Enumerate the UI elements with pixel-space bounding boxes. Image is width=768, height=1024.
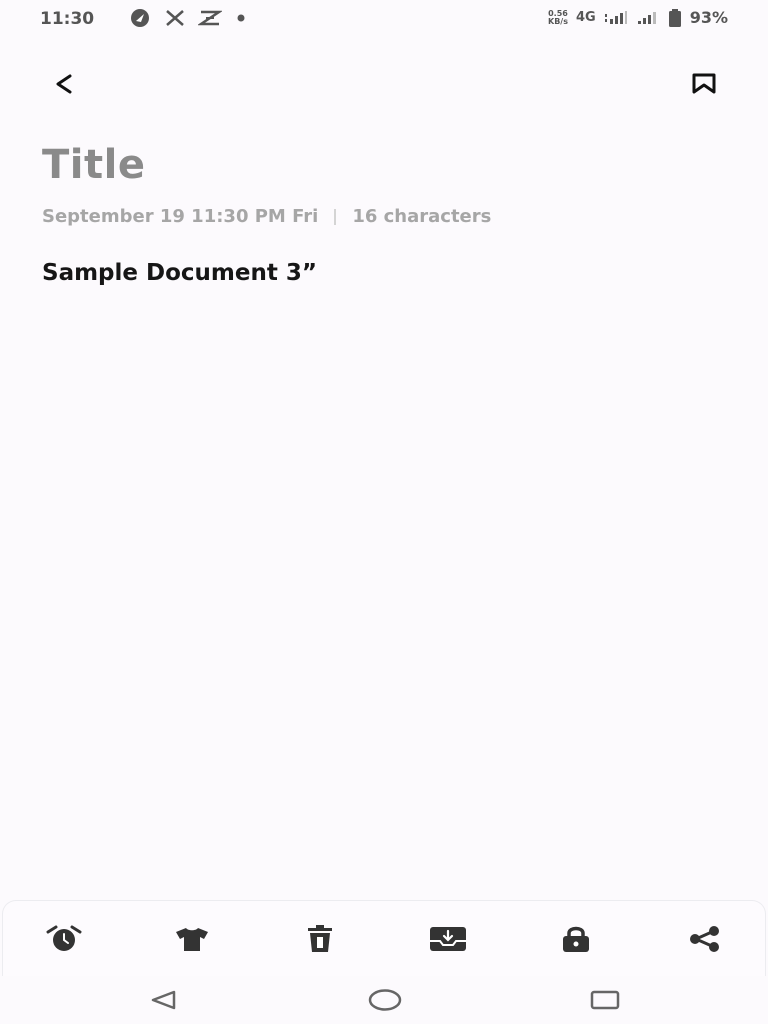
nav-home-button[interactable] <box>365 986 405 1014</box>
nav-recents-button[interactable] <box>585 986 625 1014</box>
share-button[interactable] <box>682 921 726 957</box>
meta-divider <box>334 208 337 225</box>
shirt-icon <box>176 928 208 951</box>
signal-icon <box>637 11 656 24</box>
delete-button[interactable] <box>298 921 342 957</box>
bookmark-icon <box>692 73 716 94</box>
archive-button[interactable] <box>426 921 470 957</box>
alarm-icon <box>46 925 82 951</box>
net-speed-unit: KB/s <box>548 16 568 26</box>
x-icon <box>166 10 184 26</box>
note-char-count: 16 characters <box>352 206 492 227</box>
status-time: 11:30 <box>40 9 95 29</box>
note-title[interactable]: Title <box>42 142 145 188</box>
battery-percent: 93% <box>689 8 728 27</box>
theme-button[interactable] <box>170 921 214 957</box>
net-speed: 0.56 KB/s <box>548 9 568 26</box>
status-right: 0.56 KB/s 4G 93% <box>548 8 728 27</box>
bottom-toolbar <box>2 900 766 976</box>
status-bar: 11:30 0.56 KB/s 4G 93% <box>0 0 768 38</box>
note-body[interactable]: Sample Document 3” <box>42 260 317 286</box>
trash-icon <box>308 925 332 952</box>
status-left-icons <box>128 8 248 28</box>
back-button[interactable] <box>44 64 84 104</box>
note-meta: September 19 11:30 PM Fri 16 characters <box>42 206 491 227</box>
home-circle-icon <box>368 989 402 1011</box>
reminder-button[interactable] <box>42 921 86 957</box>
archive-icon <box>430 927 466 951</box>
bookmark-button[interactable] <box>684 64 724 104</box>
capcut-icon <box>198 10 222 26</box>
nav-back-button[interactable] <box>143 986 183 1014</box>
chevron-left-icon <box>56 74 72 94</box>
share-icon <box>690 926 719 952</box>
battery-icon <box>668 8 681 27</box>
lock-icon <box>563 926 589 952</box>
signal-4g-icon <box>604 10 627 24</box>
note-date: September 19 11:30 PM Fri <box>42 206 319 227</box>
dot-icon <box>237 14 245 22</box>
lock-button[interactable] <box>554 921 598 957</box>
recents-square-icon <box>590 990 620 1010</box>
network-type: 4G <box>575 10 596 25</box>
back-triangle-icon <box>151 990 176 1010</box>
system-nav-bar <box>0 976 768 1024</box>
navigation-icon <box>131 9 149 27</box>
